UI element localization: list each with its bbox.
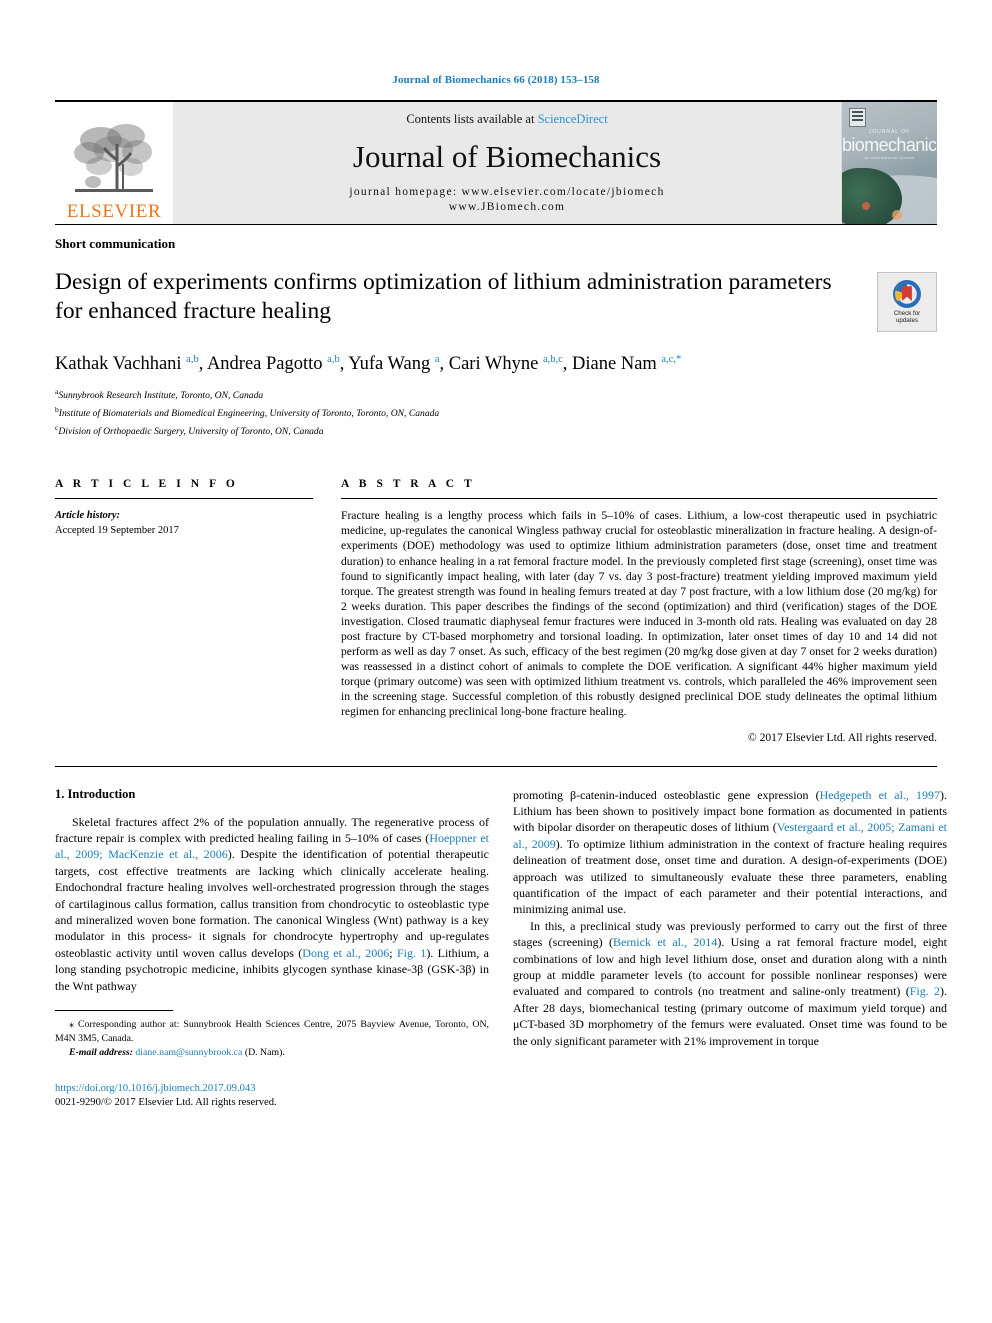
crossmark-badge[interactable]: Check for updates [877,272,937,332]
article-history-value: Accepted 19 September 2017 [55,525,179,537]
footnote-rule [55,1010,173,1011]
journal-title: Journal of Biomechanics [352,138,662,174]
abstract-column: A B S T R A C T Fracture healing is a le… [341,478,937,744]
body-column-left: 1. Introduction Skeletal fractures affec… [55,787,489,1110]
elsevier-logo: ELSEVIER [55,102,173,224]
doi-region: https://doi.org/10.1016/j.jbiomech.2017.… [55,1082,489,1110]
journal-masthead: ELSEVIER Contents lists available at Sci… [55,100,937,224]
cover-publisher-badge [849,108,866,127]
intro-paragraph-right-1: promoting β-catenin-induced osteoblastic… [513,787,948,917]
affiliation-item: aSunnybrook Research Institute, Toronto,… [55,385,937,403]
running-head: Journal of Biomechanics 66 (2018) 153–15… [392,74,600,86]
corresponding-author-note: ⁎ Corresponding author at: Sunnybrook He… [55,1019,489,1044]
contents-prefix: Contents lists available at [406,111,538,126]
cover-dot-1 [892,210,902,220]
issn-copyright-line: 0021-9290/© 2017 Elsevier Ltd. All right… [55,1097,277,1108]
article-info-heading: A R T I C L E I N F O [55,478,239,491]
abstract-text: Fracture healing is a lengthy process wh… [341,509,937,719]
crossmark-line-2: updates [895,317,918,324]
intro-paragraph-right-2: In this, a preclinical study was previou… [513,918,947,1048]
paper-page: Journal of Biomechanics 66 (2018) 153–15… [0,0,992,1323]
body-columns: 1. Introduction Skeletal fractures affec… [55,787,947,1110]
homepage-line-2[interactable]: www.JBiomech.com [349,200,664,215]
title-row: Design of experiments confirms optimizat… [55,268,937,332]
cover-title-word: biomechanics [842,135,937,155]
affiliation-item: bInstitute of Biomaterials and Biomedica… [55,403,937,421]
affiliation-list: aSunnybrook Research Institute, Toronto,… [55,385,937,438]
email-suffix: (D. Nam). [242,1047,285,1058]
email-label: E-mail address: [69,1047,133,1058]
cover-dot-2 [862,202,870,210]
intro-paragraph-left: Skeletal fractures affect 2% of the popu… [55,814,490,993]
contents-line: Contents lists available at ScienceDirec… [406,112,607,127]
author-list: Kathak Vachhani a,b, Andrea Pagotto a,b,… [55,354,682,375]
title-block: Design of experiments confirms optimizat… [55,268,869,326]
article-type-rule [55,224,937,225]
homepage-line-1[interactable]: journal homepage: www.elsevier.com/locat… [349,185,664,200]
page-title: Design of experiments confirms optimizat… [55,269,832,324]
email-note: E-mail address: diane.nam@sunnybrook.ca … [55,1046,489,1060]
affiliation-text: Sunnybrook Research Institute, Toronto, … [58,390,264,402]
abstract-copyright: © 2017 Elsevier Ltd. All rights reserved… [747,730,937,744]
journal-cover-thumbnail: JOURNAL OF biomechanics an international… [841,102,937,224]
journal-homepage: journal homepage: www.elsevier.com/locat… [349,185,664,215]
sciencedirect-link[interactable]: ScienceDirect [538,112,608,126]
crossmark-icon [893,279,921,308]
article-info-rule [55,498,313,500]
crossmark-label: Check for updates [894,310,920,325]
article-history-label: Article history: [55,510,121,522]
elsevier-wordmark: ELSEVIER [66,201,162,222]
crossmark-line-1: Check for [893,309,921,317]
cover-subtitle-word: an international journal [864,155,915,160]
info-abstract-region: A R T I C L E I N F O Article history: A… [55,478,937,744]
article-info-column: A R T I C L E I N F O Article history: A… [55,478,313,743]
footnote-region: ⁎ Corresponding author at: Sunnybrook He… [55,1010,489,1110]
doi-link[interactable]: https://doi.org/10.1016/j.jbiomech.2017.… [55,1082,489,1096]
abstract-rule [341,498,937,500]
affiliation-item: cDivision of Orthopaedic Surgery, Univer… [55,421,937,439]
body-column-right: promoting β-catenin-induced osteoblastic… [513,787,947,1110]
affiliation-text: Institute of Biomaterials and Biomedical… [58,408,440,420]
body-separator-rule [55,765,937,767]
section-heading-introduction: 1. Introduction [55,786,136,801]
elsevier-tree-icon [74,124,153,192]
abstract-heading: A B S T R A C T [341,478,476,491]
affiliation-text: Division of Orthopaedic Surgery, Univers… [58,425,324,437]
email-link[interactable]: diane.nam@sunnybrook.ca [135,1047,242,1058]
masthead-center: Contents lists available at ScienceDirec… [173,102,841,224]
article-type-label: Short communication [55,236,176,251]
